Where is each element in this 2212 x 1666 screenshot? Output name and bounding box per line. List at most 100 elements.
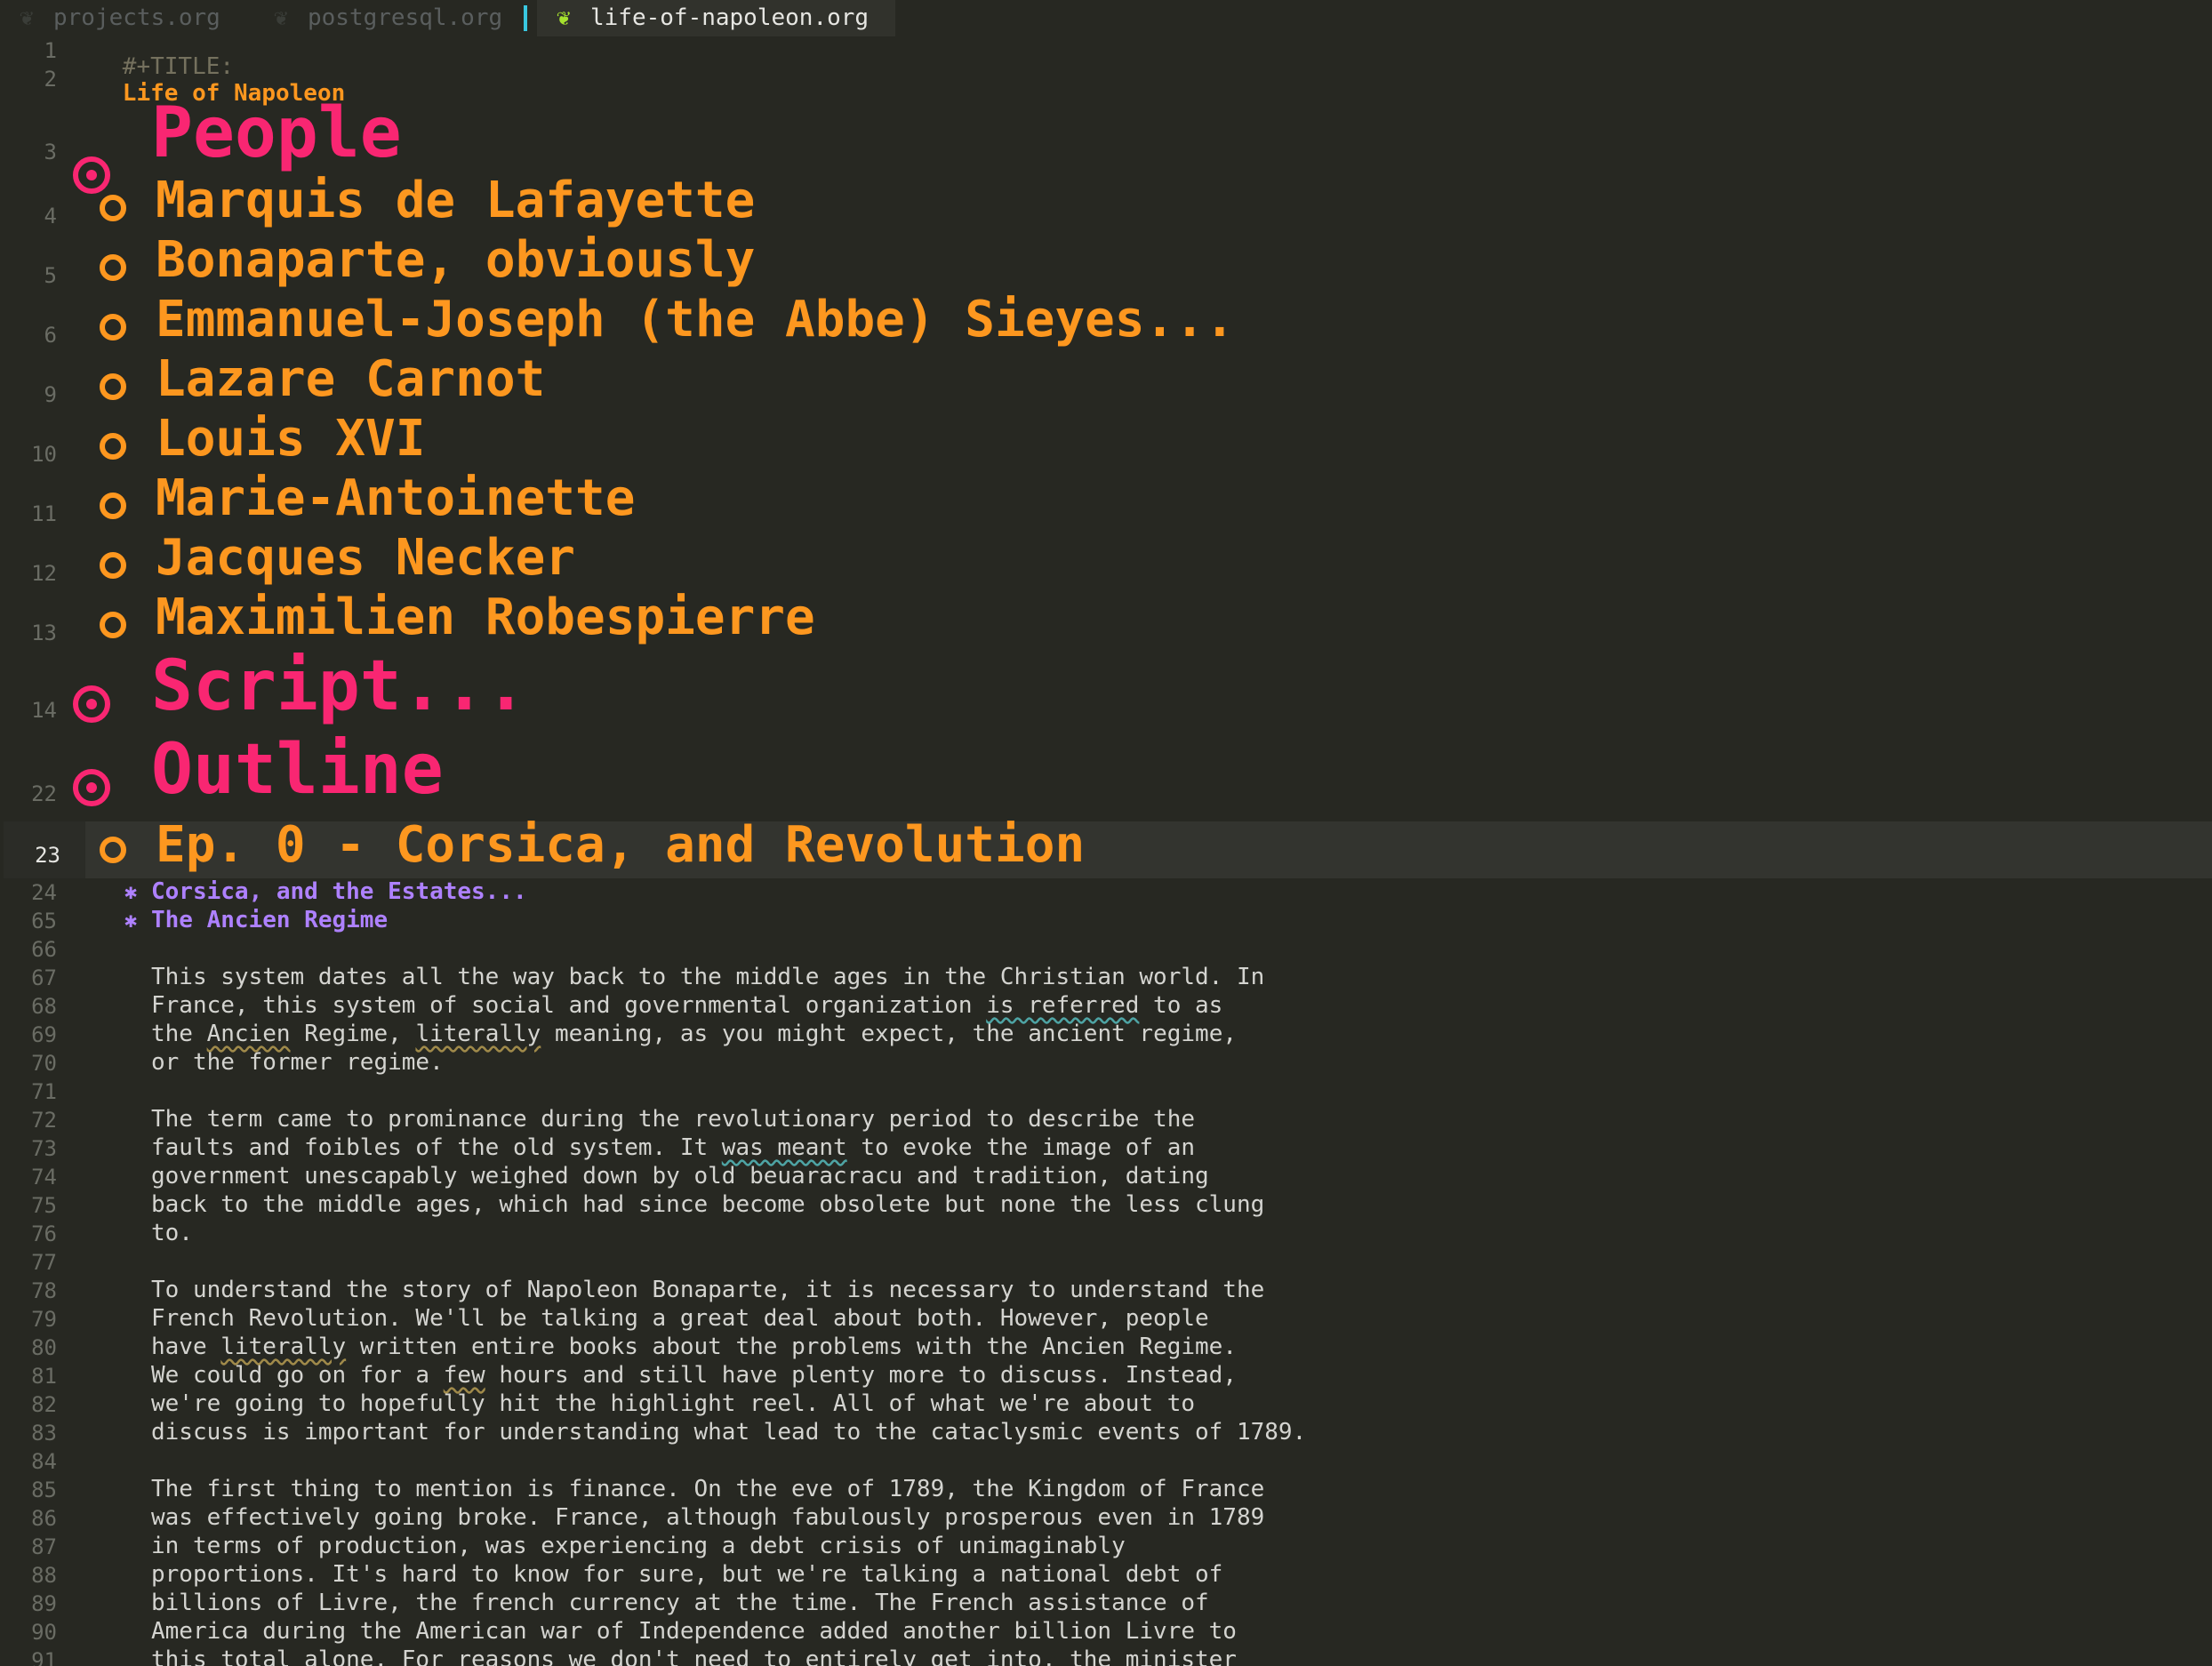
text-segment: have bbox=[151, 1334, 221, 1360]
tab-label: projects.org bbox=[53, 4, 220, 31]
editor-line: 78 To understand the story of Napoleon B… bbox=[0, 1277, 2212, 1305]
line-number: 83 bbox=[31, 1421, 57, 1446]
editor-line: 90 America during the American war of In… bbox=[0, 1618, 2212, 1646]
org-unicorn-icon: ❦ bbox=[557, 4, 571, 31]
line-number: 23 bbox=[35, 843, 60, 868]
style-flagged-text[interactable]: literally bbox=[415, 1021, 541, 1047]
text-segment: the bbox=[151, 1021, 207, 1047]
grammar-flagged-text[interactable]: was meant bbox=[722, 1134, 847, 1161]
heading-text: Bonaparte, obviously bbox=[156, 231, 756, 289]
body-text: This system dates all the way back to th… bbox=[151, 964, 1265, 990]
line-number: 85 bbox=[31, 1478, 57, 1502]
line-number: 67 bbox=[31, 965, 57, 990]
editor-buffer[interactable]: 1 #+TITLE: Life of Napoleon 2 3 People 4… bbox=[0, 36, 2212, 1666]
line-number: 87 bbox=[31, 1534, 57, 1559]
line-number: 70 bbox=[31, 1051, 57, 1076]
heading-ancien-regime[interactable]: 65 ✱ The Ancien Regime bbox=[0, 907, 2212, 935]
body-text: the Ancien Regime, literally meaning, as… bbox=[151, 1021, 1237, 1047]
editor-line: 85 The first thing to mention is finance… bbox=[0, 1476, 2212, 1504]
text-segment: written entire books about the problems … bbox=[346, 1334, 1237, 1360]
heading-text: Lazare Carnot bbox=[156, 350, 546, 408]
style-flagged-text[interactable]: literally bbox=[220, 1334, 346, 1360]
heading-bullet-icon[interactable] bbox=[100, 612, 126, 638]
editor-line: 70 or the former regime. bbox=[0, 1049, 2212, 1077]
heading-ep0-current-line[interactable]: 23 Ep. 0 - Corsica, and Revolution bbox=[4, 816, 2212, 878]
heading-text: Emmanuel-Joseph (the Abbe) Sieyes... bbox=[156, 291, 1235, 348]
heading-lafayette[interactable]: 4 Marquis de Lafayette bbox=[0, 172, 2212, 233]
heading-bullet-icon[interactable] bbox=[100, 552, 126, 579]
line-number: 78 bbox=[31, 1278, 57, 1303]
heading-bullet-icon[interactable] bbox=[73, 685, 110, 723]
heading-bullet-icon[interactable] bbox=[100, 314, 126, 340]
heading-bullet-icon[interactable] bbox=[100, 254, 126, 281]
heading-text: Script... bbox=[151, 646, 527, 726]
heading-bonaparte[interactable]: 5 Bonaparte, obviously bbox=[0, 231, 2212, 292]
line-number: 6 bbox=[44, 323, 57, 348]
heading-bullet-icon[interactable] bbox=[73, 769, 110, 806]
body-text: have literally written entire books abou… bbox=[151, 1334, 1237, 1360]
heading-script[interactable]: 14 Script... bbox=[0, 646, 2212, 733]
heading-bullet-icon[interactable]: ✱ bbox=[124, 879, 137, 904]
heading-sieyes[interactable]: 6 Emmanuel-Joseph (the Abbe) Sieyes... bbox=[0, 291, 2212, 352]
heading-people[interactable]: 3 People bbox=[0, 93, 2212, 194]
line-number: 84 bbox=[31, 1449, 57, 1474]
org-unicorn-icon: ❦ bbox=[20, 4, 34, 31]
editor-line: 81 We could go on for a few hours and st… bbox=[0, 1362, 2212, 1390]
body-text: government unescapably weighed down by o… bbox=[151, 1163, 1209, 1189]
tab-life-of-napoleon[interactable]: ❦ life-of-napoleon.org bbox=[537, 0, 896, 36]
heading-robespierre[interactable]: 13 Maximilien Robespierre bbox=[0, 589, 2212, 650]
line-number: 69 bbox=[31, 1022, 57, 1047]
editor-line: 71 bbox=[0, 1077, 2212, 1106]
heading-text: Maximilien Robespierre bbox=[156, 589, 815, 646]
editor-line: 72 The term came to prominance during th… bbox=[0, 1106, 2212, 1134]
heading-text: Marquis de Lafayette bbox=[156, 172, 756, 229]
line-number: 2 bbox=[44, 67, 57, 92]
heading-outline[interactable]: 22 Outline bbox=[0, 730, 2212, 817]
line-number: 86 bbox=[31, 1506, 57, 1531]
body-text: America during the American war of Indep… bbox=[151, 1618, 1237, 1645]
body-text: we're going to hopefully hit the highlig… bbox=[151, 1390, 1195, 1417]
line-number: 76 bbox=[31, 1221, 57, 1246]
heading-text: Jacques Necker bbox=[156, 529, 576, 587]
grammar-flagged-text[interactable]: is referred bbox=[986, 992, 1139, 1019]
text-segment: Regime, bbox=[290, 1021, 416, 1047]
heading-bullet-icon[interactable] bbox=[100, 433, 126, 460]
heading-bullet-icon[interactable]: ✱ bbox=[124, 908, 137, 933]
body-text: billions of Livre, the french currency a… bbox=[151, 1590, 1209, 1616]
heading-text: People bbox=[151, 93, 402, 173]
editor-line: 74 government unescapably weighed down b… bbox=[0, 1163, 2212, 1191]
tab-postgresql[interactable]: ❦ postgresql.org bbox=[254, 0, 502, 36]
line-number: 73 bbox=[31, 1136, 57, 1161]
heading-corsica-estates[interactable]: 24 ✱ Corsica, and the Estates... bbox=[0, 878, 2212, 907]
heading-bullet-icon[interactable] bbox=[100, 373, 126, 400]
body-text: The first thing to mention is finance. O… bbox=[151, 1476, 1265, 1502]
style-flagged-text[interactable]: few bbox=[444, 1362, 485, 1389]
spelling-flagged-text[interactable]: Ancien bbox=[207, 1021, 291, 1047]
heading-text: The Ancien Regime bbox=[151, 907, 389, 933]
line-number: 1 bbox=[44, 38, 57, 63]
line-number: 24 bbox=[31, 880, 57, 905]
heading-louis[interactable]: 10 Louis XVI bbox=[0, 410, 2212, 471]
body-text: back to the middle ages, which had since… bbox=[151, 1191, 1265, 1218]
editor-line: 77 bbox=[0, 1248, 2212, 1277]
line-number: 22 bbox=[31, 781, 57, 806]
heading-bullet-icon[interactable] bbox=[100, 493, 126, 519]
text-segment: hours and still have plenty more to disc… bbox=[485, 1362, 1237, 1389]
heading-bullet-icon[interactable] bbox=[100, 837, 126, 863]
tab-projects[interactable]: ❦ projects.org bbox=[0, 0, 220, 36]
editor-line: 84 bbox=[0, 1447, 2212, 1476]
text-segment: We could go on for a bbox=[151, 1362, 444, 1389]
line-number: 9 bbox=[44, 382, 57, 407]
text-segment: to as bbox=[1139, 992, 1223, 1019]
heading-bullet-icon[interactable] bbox=[100, 195, 126, 221]
editor-line: 83 discuss is important for understandin… bbox=[0, 1419, 2212, 1447]
editor-line: 75 back to the middle ages, which had si… bbox=[0, 1191, 2212, 1220]
heading-necker[interactable]: 12 Jacques Necker bbox=[0, 529, 2212, 590]
line-number: 80 bbox=[31, 1335, 57, 1360]
editor-line: 88 proportions. It's hard to know for su… bbox=[0, 1561, 2212, 1590]
heading-carnot[interactable]: 9 Lazare Carnot bbox=[0, 350, 2212, 412]
line-number: 75 bbox=[31, 1193, 57, 1218]
line-number: 88 bbox=[31, 1563, 57, 1588]
line-number: 13 bbox=[31, 621, 57, 645]
heading-marie[interactable]: 11 Marie-Antoinette bbox=[0, 469, 2212, 531]
